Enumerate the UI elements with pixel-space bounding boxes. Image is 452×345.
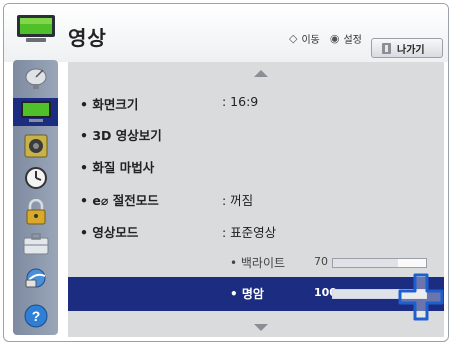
sidebar-item-picture[interactable] [13,98,58,126]
menu-item-picture-wizard[interactable]: • 화질 마법사 [68,149,444,183]
menu-item-label: • e⌀ 절전모드 [80,193,159,208]
level-slider-fill [333,259,399,267]
exit-button[interactable]: 나가기 [371,38,443,58]
menu-item-label: • 화질 마법사 [80,160,155,175]
clock-icon [24,167,47,189]
submenu-item-label: • 백라이트 [230,256,286,270]
menu-item-label: • 3D 영상보기 [80,128,162,143]
navigate-icon: ◇ [289,32,298,45]
svg-text:?: ? [31,308,40,324]
menu-item-label: • 화면크기 [80,97,139,112]
submenu-item-value: 70 [314,255,328,268]
sidebar-item-lock[interactable] [17,198,54,226]
menu-item-value: : 표준영상 [222,225,277,240]
sidebar-item-support[interactable]: ? [17,302,54,330]
picture-menu-window: 영상 ◇ 이동 ◉ 설정 나가기 ? • 화면크기: 16:9 • 3D 영상… [3,3,449,342]
menu-item-label: • 영상모드 [80,225,139,240]
hint-select-label: 설정 [343,35,362,46]
key-hints: ◇ 이동 ◉ 설정 [289,31,362,46]
submenu-item-contrast[interactable]: • 명암 100 [68,277,444,311]
menu-item-value: : 꺼짐 [222,193,254,208]
help-question-icon: ? [24,304,47,328]
menu-item-3d-video[interactable]: • 3D 영상보기 [68,117,444,151]
remote-pointer-cross-icon [398,273,444,321]
menu-item-aspect-ratio[interactable]: • 화면크기 : 16:9 [68,86,444,120]
level-slider[interactable] [332,258,427,268]
picture-settings-panel: • 화면크기 : 16:9 • 3D 영상보기 • 화질 마법사 • e⌀ 절전… [68,62,444,337]
sidebar-item-audio[interactable] [17,132,54,160]
lock-icon [26,199,45,225]
sidebar-item-time[interactable] [17,164,54,192]
menu-item-energy-saving[interactable]: • e⌀ 절전모드 : 꺼짐 [68,182,444,216]
scroll-down-arrow-icon[interactable] [254,324,268,331]
exit-button-label: 나가기 [397,44,425,56]
tv-picture-icon [20,101,51,122]
menu-item-picture-mode[interactable]: • 영상모드 : 표준영상 [68,214,444,248]
sidebar-item-network[interactable] [17,264,54,292]
menu-item-value: : 16:9 [222,94,259,109]
network-globe-icon [25,268,45,288]
speaker-icon [24,134,47,158]
category-sidebar: ? [13,60,58,335]
hint-move-label: 이동 [301,35,320,46]
page-title: 영상 [68,26,107,50]
satellite-dish-icon [25,68,46,89]
sidebar-item-channel[interactable] [17,64,54,92]
exit-key-icon [382,42,391,54]
scroll-up-arrow-icon[interactable] [254,70,268,77]
submenu-item-label: • 명암 [230,287,264,301]
sidebar-item-option[interactable] [17,230,54,258]
ok-select-icon: ◉ [329,32,340,45]
submenu-item-backlight[interactable]: • 백라이트 70 [68,246,444,280]
options-toolbox-icon [23,233,48,255]
tv-picture-icon [17,15,55,42]
menu-header: 영상 ◇ 이동 ◉ 설정 나가기 [4,4,448,62]
